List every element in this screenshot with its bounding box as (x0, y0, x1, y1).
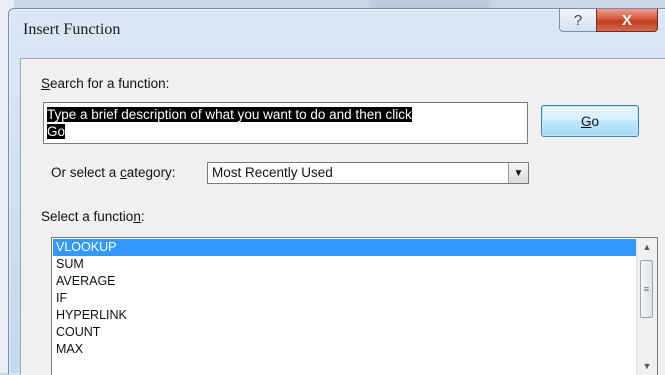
function-list-item[interactable]: HYPERLINK (53, 307, 638, 324)
go-button[interactable]: Go (541, 105, 639, 137)
function-list-item[interactable]: IF (53, 290, 638, 307)
dialog-body: Search for a function: Type a brief desc… (20, 58, 665, 375)
category-selected-value: Most Recently Used (212, 165, 333, 180)
function-list-item[interactable]: VLOOKUP (53, 239, 638, 256)
function-list[interactable]: VLOOKUP SUM AVERAGE IF HYPERLINK COUNT MAX ▲ ≡… (51, 237, 658, 375)
function-list-item[interactable]: SUM (53, 256, 638, 273)
category-label: Or select a category: (51, 165, 176, 180)
help-icon: ? (573, 11, 583, 29)
close-icon: X (621, 11, 632, 29)
search-input[interactable]: Type a brief description of what you wan… (43, 102, 528, 144)
function-list-item[interactable]: MAX (53, 341, 638, 358)
scroll-down-icon[interactable]: ▼ (637, 357, 657, 375)
function-list-item[interactable]: COUNT (53, 324, 638, 341)
category-select[interactable]: Most Recently Used ▼ (207, 162, 529, 184)
scroll-thumb[interactable]: ≡ (640, 260, 653, 318)
close-button[interactable]: X (596, 9, 658, 32)
chevron-down-icon[interactable]: ▼ (508, 163, 528, 183)
function-list-items: VLOOKUP SUM AVERAGE IF HYPERLINK COUNT MAX (53, 239, 638, 358)
search-input-text: Type a brief description of what you wan… (47, 107, 412, 139)
help-button[interactable]: ? (559, 9, 597, 32)
function-list-scrollbar[interactable]: ▲ ≡ ▼ (636, 238, 657, 375)
scroll-up-icon[interactable]: ▲ (637, 238, 657, 256)
function-list-label: Select a function: (41, 209, 145, 224)
dialog-title: Insert Function (23, 21, 121, 38)
search-label: Search for a function: (41, 76, 170, 91)
function-list-item[interactable]: AVERAGE (53, 273, 638, 290)
insert-function-dialog: Insert Function ? X Search for a functio… (8, 8, 665, 375)
